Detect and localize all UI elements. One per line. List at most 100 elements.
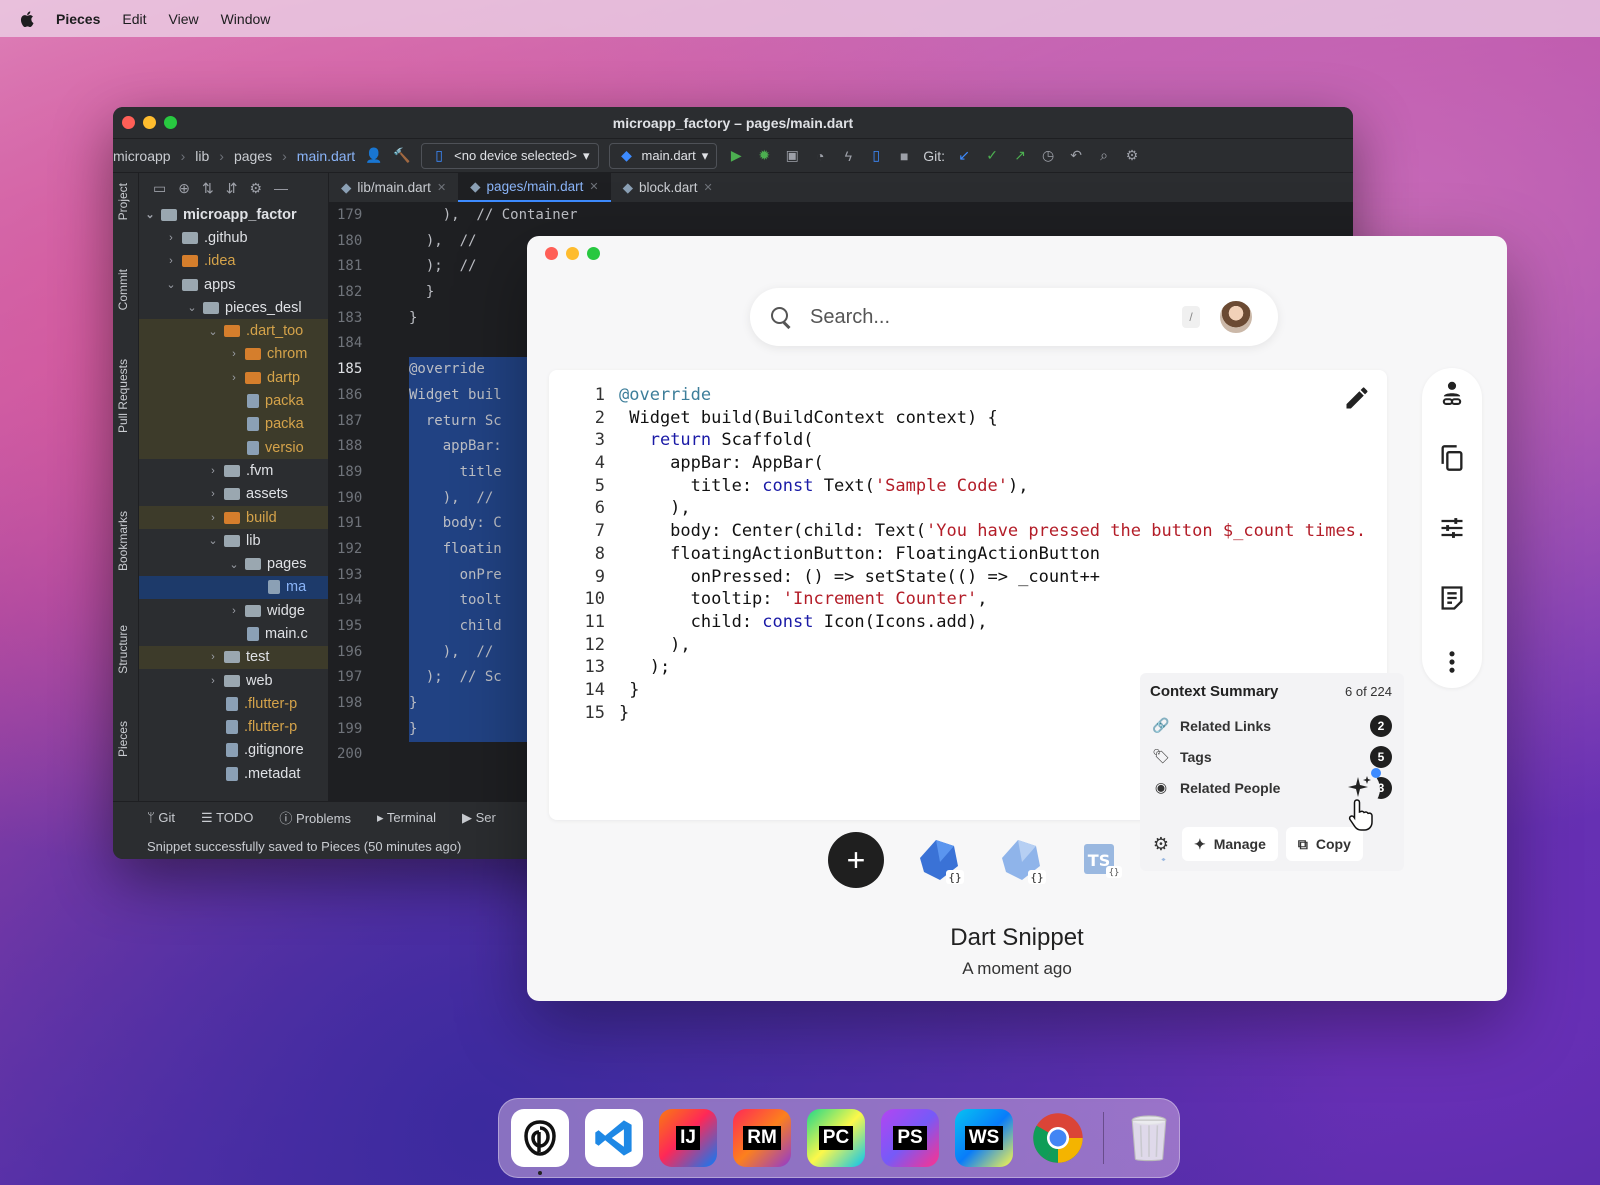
dart-snippet-icon[interactable]: {} <box>910 832 966 888</box>
locate-icon[interactable]: ⊕ <box>178 180 190 197</box>
pycharm-app-icon[interactable]: PC <box>807 1109 865 1167</box>
breadcrumb-lib[interactable]: lib <box>195 148 209 164</box>
notes-icon[interactable] <box>1438 584 1466 612</box>
user-icon[interactable]: 👤 <box>365 147 383 165</box>
minimize-window-button[interactable] <box>566 247 579 260</box>
zoom-window-button[interactable] <box>587 247 600 260</box>
chevron-right-icon[interactable]: › <box>206 651 220 663</box>
tree-item[interactable]: › dartp <box>139 366 328 390</box>
chevron-down-icon[interactable]: ⌄ <box>185 301 199 314</box>
tree-item[interactable]: › .fvm <box>139 459 328 482</box>
webstorm-app-icon[interactable]: WS <box>955 1109 1013 1167</box>
copy-icon[interactable] <box>1438 444 1466 472</box>
tab-lib-main-dart[interactable]: ◆ lib/main.dart ✕ <box>329 173 458 202</box>
trash-icon[interactable] <box>1120 1109 1178 1167</box>
tree-item[interactable]: .gitignore <box>139 739 328 762</box>
related-links-row[interactable]: 🔗 Related Links 2 <box>1140 710 1404 741</box>
settings-gear-icon[interactable]: ⚙ <box>1123 147 1141 165</box>
sliders-icon[interactable] <box>1438 514 1466 542</box>
run-icon[interactable]: ▶ <box>727 147 745 165</box>
expand-all-icon[interactable]: ⇅ <box>202 180 214 197</box>
chevron-right-icon[interactable]: › <box>227 348 241 360</box>
close-window-button[interactable] <box>122 116 135 129</box>
stop-icon[interactable]: ■ <box>895 147 913 165</box>
breadcrumb-pages[interactable]: pages <box>234 148 272 164</box>
git-update-icon[interactable]: ↙ <box>955 147 973 165</box>
intellij-app-icon[interactable]: IJ <box>659 1109 717 1167</box>
device-select[interactable]: ▯ <no device selected> ▾ <box>421 142 599 169</box>
breadcrumb-project[interactable]: microapp <box>113 148 171 164</box>
tree-item[interactable]: ⌄ lib <box>139 529 328 552</box>
rollback-icon[interactable]: ↶ <box>1067 147 1085 165</box>
hot-reload-icon[interactable]: ϟ <box>839 147 857 165</box>
bottom-tab-services[interactable]: ▶ Ser <box>462 810 496 826</box>
add-button[interactable]: + <box>828 832 884 888</box>
close-tab-icon[interactable]: ✕ <box>589 180 598 193</box>
close-tab-icon[interactable]: ✕ <box>704 181 713 194</box>
chevron-right-icon[interactable]: › <box>164 232 178 244</box>
bottom-tab-problems[interactable]: ⓘ Problems <box>279 808 351 827</box>
tree-item[interactable]: packa <box>139 389 328 413</box>
search-icon[interactable]: ⌕ <box>1095 147 1113 165</box>
profile-icon[interactable]: ▣ <box>783 147 801 165</box>
avatar[interactable] <box>1218 299 1254 335</box>
build-hammer-icon[interactable]: 🔨 <box>393 147 411 165</box>
tree-item[interactable]: ⌄ pages <box>139 552 328 575</box>
tab-block-dart[interactable]: ◆ block.dart ✕ <box>611 173 725 202</box>
chevron-down-icon[interactable]: ⌄ <box>143 208 157 221</box>
tree-item[interactable]: ⌄ .dart_too <box>139 319 328 343</box>
small-format-icon[interactable] <box>1156 832 1186 888</box>
history-icon[interactable]: ◷ <box>1039 147 1057 165</box>
tool-tab-bookmarks[interactable]: Bookmarks <box>116 511 130 571</box>
debug-bug-icon[interactable]: ✹ <box>755 147 773 165</box>
close-tab-icon[interactable]: ✕ <box>437 181 446 194</box>
chevron-down-icon[interactable]: ⌄ <box>206 325 220 338</box>
tree-item[interactable]: › widge <box>139 599 328 622</box>
tree-item[interactable]: › test <box>139 645 328 669</box>
chevron-right-icon[interactable]: › <box>164 255 178 267</box>
tree-item[interactable]: .metadat <box>139 762 328 785</box>
close-window-button[interactable] <box>545 247 558 260</box>
bottom-tab-terminal[interactable]: ▸ Terminal <box>377 810 436 826</box>
tool-tab-pieces[interactable]: Pieces <box>116 721 130 757</box>
zoom-window-button[interactable] <box>164 116 177 129</box>
git-commit-icon[interactable]: ✓ <box>983 147 1001 165</box>
pieces-app-icon[interactable] <box>511 1109 569 1175</box>
edit-pencil-icon[interactable] <box>1343 384 1371 412</box>
chevron-right-icon[interactable]: › <box>227 372 241 384</box>
tree-item[interactable]: › chrom <box>139 342 328 367</box>
tree-item[interactable]: ⌄ apps <box>139 273 328 296</box>
typescript-snippet-icon[interactable]: TS {} <box>1074 832 1130 888</box>
chevron-down-icon[interactable]: ⌄ <box>227 558 241 571</box>
collapse-all-icon[interactable]: ⇵ <box>226 180 238 197</box>
tree-item[interactable]: › build <box>139 505 328 530</box>
chrome-app-icon[interactable] <box>1029 1109 1087 1167</box>
tool-tab-commit[interactable]: Commit <box>116 269 130 310</box>
layout-icon[interactable]: ▭ <box>153 180 166 197</box>
menu-window[interactable]: Window <box>221 11 271 27</box>
menu-view[interactable]: View <box>169 11 199 27</box>
bottom-tab-todo[interactable]: ☰ TODO <box>201 810 253 826</box>
chevron-right-icon[interactable]: › <box>206 465 220 477</box>
chevron-right-icon[interactable]: › <box>206 512 220 524</box>
tree-item[interactable]: versio <box>139 435 328 460</box>
vscode-app-icon[interactable] <box>585 1109 643 1167</box>
chevron-down-icon[interactable]: ⌄ <box>206 534 220 547</box>
tree-item[interactable]: › .github <box>139 226 328 249</box>
tree-item[interactable]: ⌄ pieces_desl <box>139 296 328 319</box>
more-vertical-icon[interactable] <box>1438 648 1466 676</box>
run-config-select[interactable]: ◆ main.dart ▾ <box>608 142 718 169</box>
chevron-down-icon[interactable]: ⌄ <box>164 278 178 291</box>
breadcrumb-file[interactable]: main.dart <box>297 148 355 164</box>
git-push-icon[interactable]: ↗ <box>1011 147 1029 165</box>
menu-app-name[interactable]: Pieces <box>56 11 100 27</box>
dart-snippet-alt-icon[interactable]: {} <box>992 832 1048 888</box>
tree-item[interactable]: main.c <box>139 622 328 645</box>
tree-item[interactable]: ⌄ microapp_factor <box>139 203 328 226</box>
apple-icon[interactable] <box>20 10 34 27</box>
device-manager-icon[interactable]: ▯ <box>867 147 885 165</box>
tree-item[interactable]: › web <box>139 669 328 692</box>
tool-tab-project[interactable]: Project <box>116 183 130 220</box>
tab-pages-main-dart[interactable]: ◆ pages/main.dart ✕ <box>458 173 611 202</box>
phpstorm-app-icon[interactable]: PS <box>881 1109 939 1167</box>
